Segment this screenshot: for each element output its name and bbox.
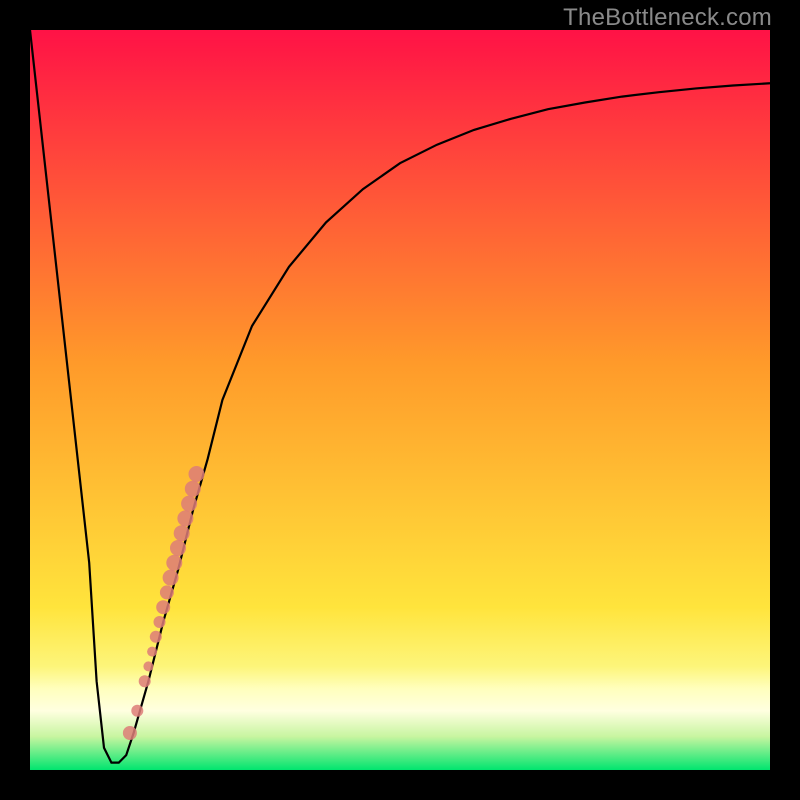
data-marker — [160, 585, 174, 599]
plot-area — [30, 30, 770, 770]
data-marker — [139, 675, 151, 687]
data-marker — [150, 631, 162, 643]
data-marker — [170, 540, 186, 556]
data-marker — [166, 555, 182, 571]
chart-svg — [30, 30, 770, 770]
data-marker — [156, 600, 170, 614]
data-marker — [143, 661, 153, 671]
gradient-background — [30, 30, 770, 770]
data-marker — [181, 496, 197, 512]
data-marker — [163, 570, 179, 586]
data-marker — [177, 510, 193, 526]
watermark-text: TheBottleneck.com — [563, 4, 772, 32]
data-marker — [185, 481, 201, 497]
data-marker — [131, 705, 143, 717]
data-marker — [154, 616, 166, 628]
data-marker — [189, 466, 205, 482]
outer-frame: TheBottleneck.com — [0, 0, 800, 800]
data-marker — [147, 647, 157, 657]
data-marker — [123, 726, 137, 740]
data-marker — [174, 525, 190, 541]
